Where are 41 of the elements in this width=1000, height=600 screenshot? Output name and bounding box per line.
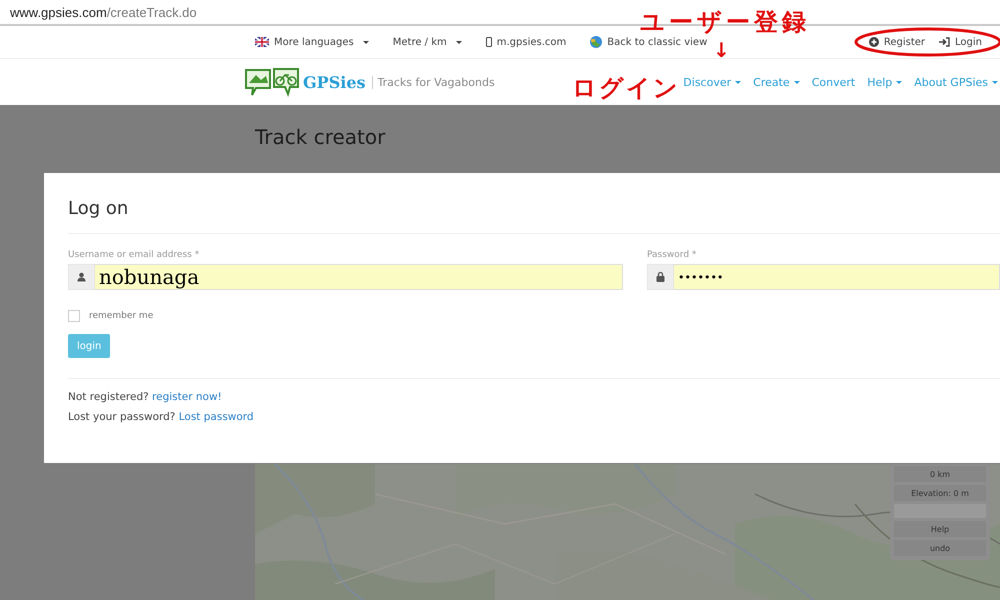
flag-icon xyxy=(255,37,269,47)
distance-readout: Elevation: 0 m xyxy=(894,485,986,501)
nav-menu-item[interactable]: Create xyxy=(753,76,800,88)
top-link[interactable]: m.gpsies.com xyxy=(486,36,566,48)
dialog-title: Log on xyxy=(68,173,1000,234)
annotation-text: ユーザー登録 xyxy=(640,7,810,37)
nav-menu-item[interactable]: About GPSies xyxy=(914,76,998,88)
globe-icon xyxy=(590,36,602,48)
sign-in-icon xyxy=(939,37,950,47)
distance-readout: 0 km xyxy=(894,466,986,482)
page-title: Track creator xyxy=(255,124,386,151)
password-prompt: Lost your password? xyxy=(68,411,176,423)
logo-icon xyxy=(244,66,300,98)
lost-password-link[interactable]: Lost password xyxy=(178,411,254,423)
account-link[interactable]: Login xyxy=(939,36,982,48)
user-icon xyxy=(68,264,95,290)
address-bar[interactable]: www.gpsies.com/createTrack.do xyxy=(10,4,197,20)
remember-checkbox[interactable] xyxy=(68,310,80,322)
tagline: Tracks for Vagabonds xyxy=(372,76,495,88)
phone-icon xyxy=(486,37,492,47)
map-panel-button[interactable]: undo xyxy=(894,540,986,556)
plus-circle-icon xyxy=(868,37,879,47)
logo-text[interactable]: GPSies xyxy=(303,72,366,92)
annotation-arrow: ↓ xyxy=(713,38,730,62)
field-label: Password * xyxy=(647,250,698,260)
top-link[interactable]: More languages xyxy=(255,36,369,48)
annotation-text: ログイン xyxy=(572,73,680,104)
nav-menu-item[interactable]: Convert xyxy=(812,76,856,88)
lock-icon xyxy=(647,264,674,290)
field-label: Username or email address * xyxy=(68,250,200,260)
nav-menu-item[interactable]: Help xyxy=(867,76,902,88)
map-panel-button[interactable]: Help xyxy=(894,521,986,537)
top-link[interactable]: Back to classic view xyxy=(590,36,708,48)
register-prompt: Not registered? xyxy=(68,391,149,403)
password-field[interactable]: ••••••• xyxy=(674,264,1000,290)
top-link[interactable]: Metre / km xyxy=(392,36,462,48)
nav-menu-item[interactable]: Discover xyxy=(683,76,742,88)
checkbox-label: remember me xyxy=(89,311,154,321)
username-field[interactable]: nobunaga xyxy=(95,264,623,290)
account-link[interactable]: Register xyxy=(868,36,926,48)
register-link[interactable]: register now! xyxy=(152,391,222,403)
